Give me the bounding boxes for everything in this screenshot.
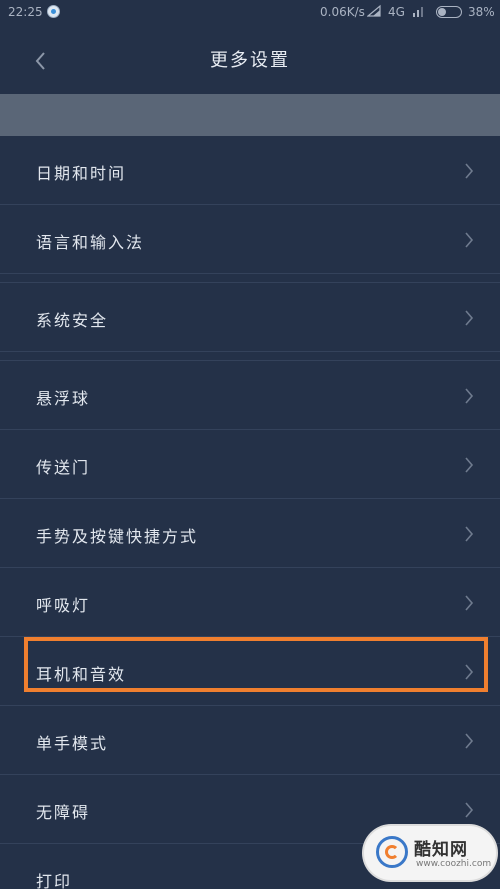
- coozhi-logo-icon: [376, 836, 408, 868]
- item-label: 呼吸灯: [36, 596, 91, 615]
- item-label: 无障碍: [36, 803, 91, 822]
- item-label: 语言和输入法: [36, 233, 145, 252]
- battery-icon: [436, 6, 462, 18]
- screen: 22:25 0.06K/s 4G 38% 更多设置 日期和时间 语言和输入法 系…: [0, 0, 500, 889]
- item-label: 日期和时间: [36, 164, 127, 183]
- chevron-right-icon: [465, 163, 474, 179]
- signal-wifi-icon: [367, 4, 381, 17]
- settings-list: 日期和时间 语言和输入法 系统安全 悬浮球 传送门 手势及按键快捷方式 呼吸灯: [0, 136, 500, 889]
- settings-item-system-security[interactable]: 系统安全: [0, 283, 500, 351]
- item-label: 单手模式: [36, 734, 109, 753]
- notification-app-icon: [47, 5, 60, 18]
- item-label: 耳机和音效: [36, 665, 127, 684]
- battery-fill: [438, 8, 446, 16]
- settings-item-one-hand-mode[interactable]: 单手模式: [0, 706, 500, 775]
- watermark-brand: 酷知网: [414, 840, 468, 860]
- settings-item-date-time[interactable]: 日期和时间: [0, 136, 500, 205]
- header-band: [0, 94, 500, 136]
- settings-item-headphones-audio[interactable]: 耳机和音效: [0, 637, 500, 706]
- chevron-right-icon: [465, 664, 474, 680]
- settings-item-portal[interactable]: 传送门: [0, 430, 500, 499]
- status-time: 22:25: [8, 5, 43, 19]
- settings-item-floating-ball[interactable]: 悬浮球: [0, 361, 500, 430]
- chevron-right-icon: [465, 457, 474, 473]
- chevron-right-icon: [465, 310, 474, 326]
- item-label: 手势及按键快捷方式: [36, 527, 199, 546]
- group-divider: [0, 351, 500, 361]
- chevron-right-icon: [465, 595, 474, 611]
- watermark-url: www.coozhi.com: [416, 859, 492, 869]
- status-bar: 22:25 0.06K/s 4G 38%: [0, 0, 500, 26]
- settings-item-gestures-shortcuts[interactable]: 手势及按键快捷方式: [0, 499, 500, 568]
- item-label: 传送门: [36, 458, 91, 477]
- battery-percent: 38%: [468, 5, 495, 19]
- signal-bars-icon: [413, 7, 423, 17]
- chevron-right-icon: [465, 388, 474, 404]
- group-divider: [0, 273, 500, 283]
- chevron-right-icon: [465, 526, 474, 542]
- page-title: 更多设置: [210, 50, 290, 71]
- item-label: 系统安全: [36, 311, 109, 330]
- watermark: 酷知网 www.coozhi.com: [364, 826, 496, 880]
- item-label: 打印: [36, 872, 73, 889]
- network-speed: 0.06K/s: [320, 5, 365, 19]
- chevron-right-icon: [465, 733, 474, 749]
- network-type: 4G: [388, 5, 405, 19]
- settings-item-language-input[interactable]: 语言和输入法: [0, 205, 500, 273]
- settings-item-breathing-light[interactable]: 呼吸灯: [0, 568, 500, 637]
- chevron-right-icon: [465, 802, 474, 818]
- title-bar: 更多设置: [0, 26, 500, 94]
- chevron-right-icon: [465, 232, 474, 248]
- item-label: 悬浮球: [36, 389, 91, 408]
